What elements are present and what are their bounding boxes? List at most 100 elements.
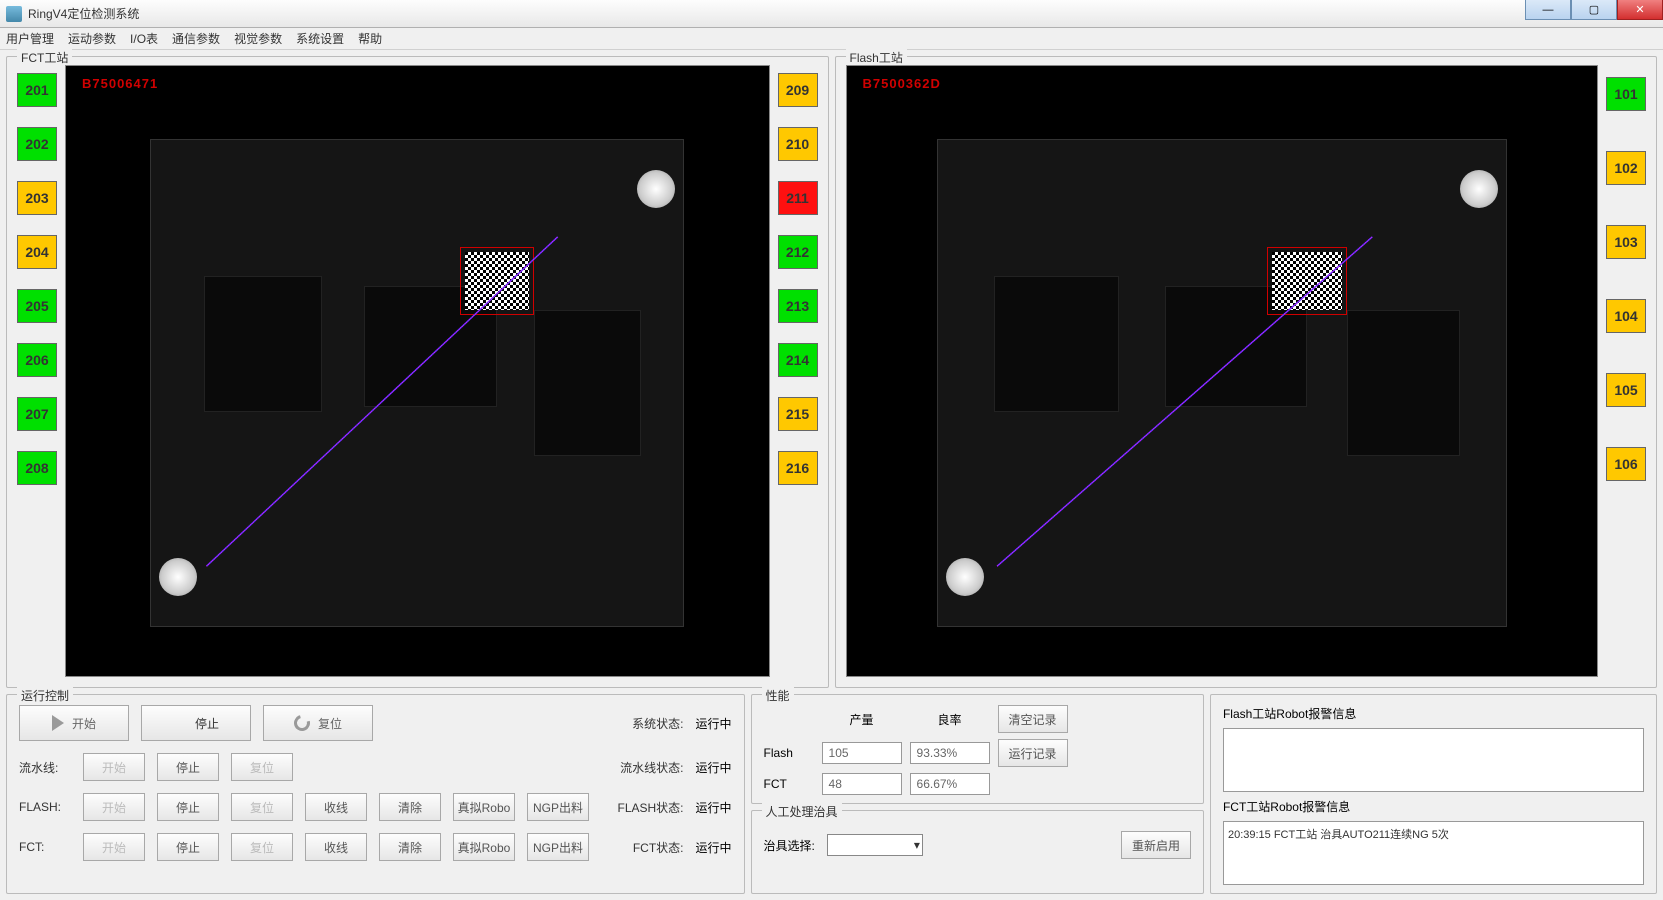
flash-alarm-box[interactable] [1223,728,1644,792]
titlebar: RingV4定位检测系统 — ▢ ✕ [0,0,1663,28]
fct-ngp-button[interactable]: NGP出料 [527,833,589,861]
fct-start-button[interactable]: 开始 [83,833,145,861]
fct-label: FCT: [19,840,71,854]
flash-rate: 93.33% [910,742,990,764]
flash-start-button[interactable]: 开始 [83,793,145,821]
flash-legend: Flash工站 [846,49,907,66]
indicator-202[interactable]: 202 [17,127,57,161]
fixture-select-label: 治具选择: [764,837,815,854]
fct-camera-view[interactable]: B75006471 [65,65,770,677]
line-status-label: 流水线状态: [620,759,683,776]
menu-vision[interactable]: 视觉参数 [234,30,282,47]
fct-serial: B75006471 [82,76,158,91]
indicator-201[interactable]: 201 [17,73,57,107]
restart-button[interactable]: 重新启用 [1121,831,1191,859]
indicator-216[interactable]: 216 [778,451,818,485]
flash-shouxian-button[interactable]: 收线 [305,793,367,821]
close-button[interactable]: ✕ [1617,0,1663,20]
menu-comm[interactable]: 通信参数 [172,30,220,47]
perf-flash-label: Flash [764,746,814,760]
perf-fct-label: FCT [764,777,814,791]
stop-button[interactable]: 停止 [141,705,251,741]
indicator-205[interactable]: 205 [17,289,57,323]
flash-right-indicators: 101 102 103 104 105 106 [1606,65,1646,677]
window-buttons: — ▢ ✕ [1525,0,1663,20]
play-icon [52,715,64,731]
flash-qty: 105 [822,742,902,764]
performance-panel: 性能 产量 良率 清空记录 Flash 105 93.33% 运行记录 FCT … [751,694,1204,804]
qr-highlight-icon [460,247,534,315]
indicator-214[interactable]: 214 [778,343,818,377]
line-reset-button[interactable]: 复位 [231,753,293,781]
flash-status-value: 运行中 [696,799,732,816]
rate-header: 良率 [910,711,990,728]
line-stop-button[interactable]: 停止 [157,753,219,781]
indicator-206[interactable]: 206 [17,343,57,377]
indicator-102[interactable]: 102 [1606,151,1646,185]
run-record-button[interactable]: 运行记录 [998,739,1068,767]
app-icon [6,6,22,22]
maximize-button[interactable]: ▢ [1571,0,1617,20]
fct-alarm-box[interactable]: 20:39:15 FCT工站 治具AUTO211连续NG 5次 [1223,821,1644,885]
fct-clear-button[interactable]: 清除 [379,833,441,861]
indicator-204[interactable]: 204 [17,235,57,269]
indicator-211[interactable]: 211 [778,181,818,215]
indicator-212[interactable]: 212 [778,235,818,269]
line-start-button[interactable]: 开始 [83,753,145,781]
menubar: 用户管理 运动参数 I/O表 通信参数 视觉参数 系统设置 帮助 [0,28,1663,50]
fct-stop-button[interactable]: 停止 [157,833,219,861]
run-legend: 运行控制 [17,687,73,704]
indicator-101[interactable]: 101 [1606,77,1646,111]
menu-help[interactable]: 帮助 [358,30,382,47]
fct-reset-button[interactable]: 复位 [231,833,293,861]
fct-right-indicators: 209 210 211 212 213 214 215 216 [778,65,818,677]
menu-user[interactable]: 用户管理 [6,30,54,47]
minimize-button[interactable]: — [1525,0,1571,20]
pcb-image [937,139,1507,627]
fct-robo-button[interactable]: 真拟Robo [453,833,515,861]
line-status-value: 运行中 [696,759,732,776]
indicator-215[interactable]: 215 [778,397,818,431]
system-status-value: 运行中 [696,715,732,732]
flash-serial: B7500362D [863,76,941,91]
indicator-105[interactable]: 105 [1606,373,1646,407]
indicator-203[interactable]: 203 [17,181,57,215]
fct-status-value: 运行中 [696,839,732,856]
flash-label: FLASH: [19,800,71,814]
fct-alarm-label: FCT工站Robot报警信息 [1223,798,1644,815]
fct-station: FCT工站 201202203204205206207208 B75006471… [6,56,829,688]
start-button[interactable]: 开始 [19,705,129,741]
fct-left-indicators: 201 202 203 204 205 206 207 208 [17,65,57,677]
stop-icon [173,715,187,731]
fixture-select[interactable] [827,834,923,856]
flash-camera-view[interactable]: B7500362D [846,65,1599,677]
indicator-210[interactable]: 210 [778,127,818,161]
qty-header: 产量 [822,711,902,728]
window-title: RingV4定位检测系统 [28,5,139,22]
flash-stop-button[interactable]: 停止 [157,793,219,821]
flash-clear-button[interactable]: 清除 [379,793,441,821]
run-control-panel: 运行控制 开始 停止 复位 系统状态: 运行中 流水线: 开始 停止 复位 流水… [6,694,745,894]
clear-record-button[interactable]: 清空记录 [998,705,1068,733]
menu-motion[interactable]: 运动参数 [68,30,116,47]
menu-io[interactable]: I/O表 [130,30,158,47]
indicator-106[interactable]: 106 [1606,447,1646,481]
fct-qty: 48 [822,773,902,795]
indicator-207[interactable]: 207 [17,397,57,431]
menu-system[interactable]: 系统设置 [296,30,344,47]
indicator-103[interactable]: 103 [1606,225,1646,259]
fct-shouxian-button[interactable]: 收线 [305,833,367,861]
indicator-104[interactable]: 104 [1606,299,1646,333]
flash-ngp-button[interactable]: NGP出料 [527,793,589,821]
flash-robo-button[interactable]: 真拟Robo [453,793,515,821]
perf-legend: 性能 [762,687,794,704]
reset-button[interactable]: 复位 [263,705,373,741]
indicator-209[interactable]: 209 [778,73,818,107]
flash-reset-button[interactable]: 复位 [231,793,293,821]
indicator-208[interactable]: 208 [17,451,57,485]
qr-highlight-icon [1267,247,1347,315]
line-label: 流水线: [19,759,71,776]
indicator-213[interactable]: 213 [778,289,818,323]
flash-station: Flash工站 B7500362D 101102103104105106 [835,56,1658,688]
system-status-label: 系统状态: [632,715,683,732]
